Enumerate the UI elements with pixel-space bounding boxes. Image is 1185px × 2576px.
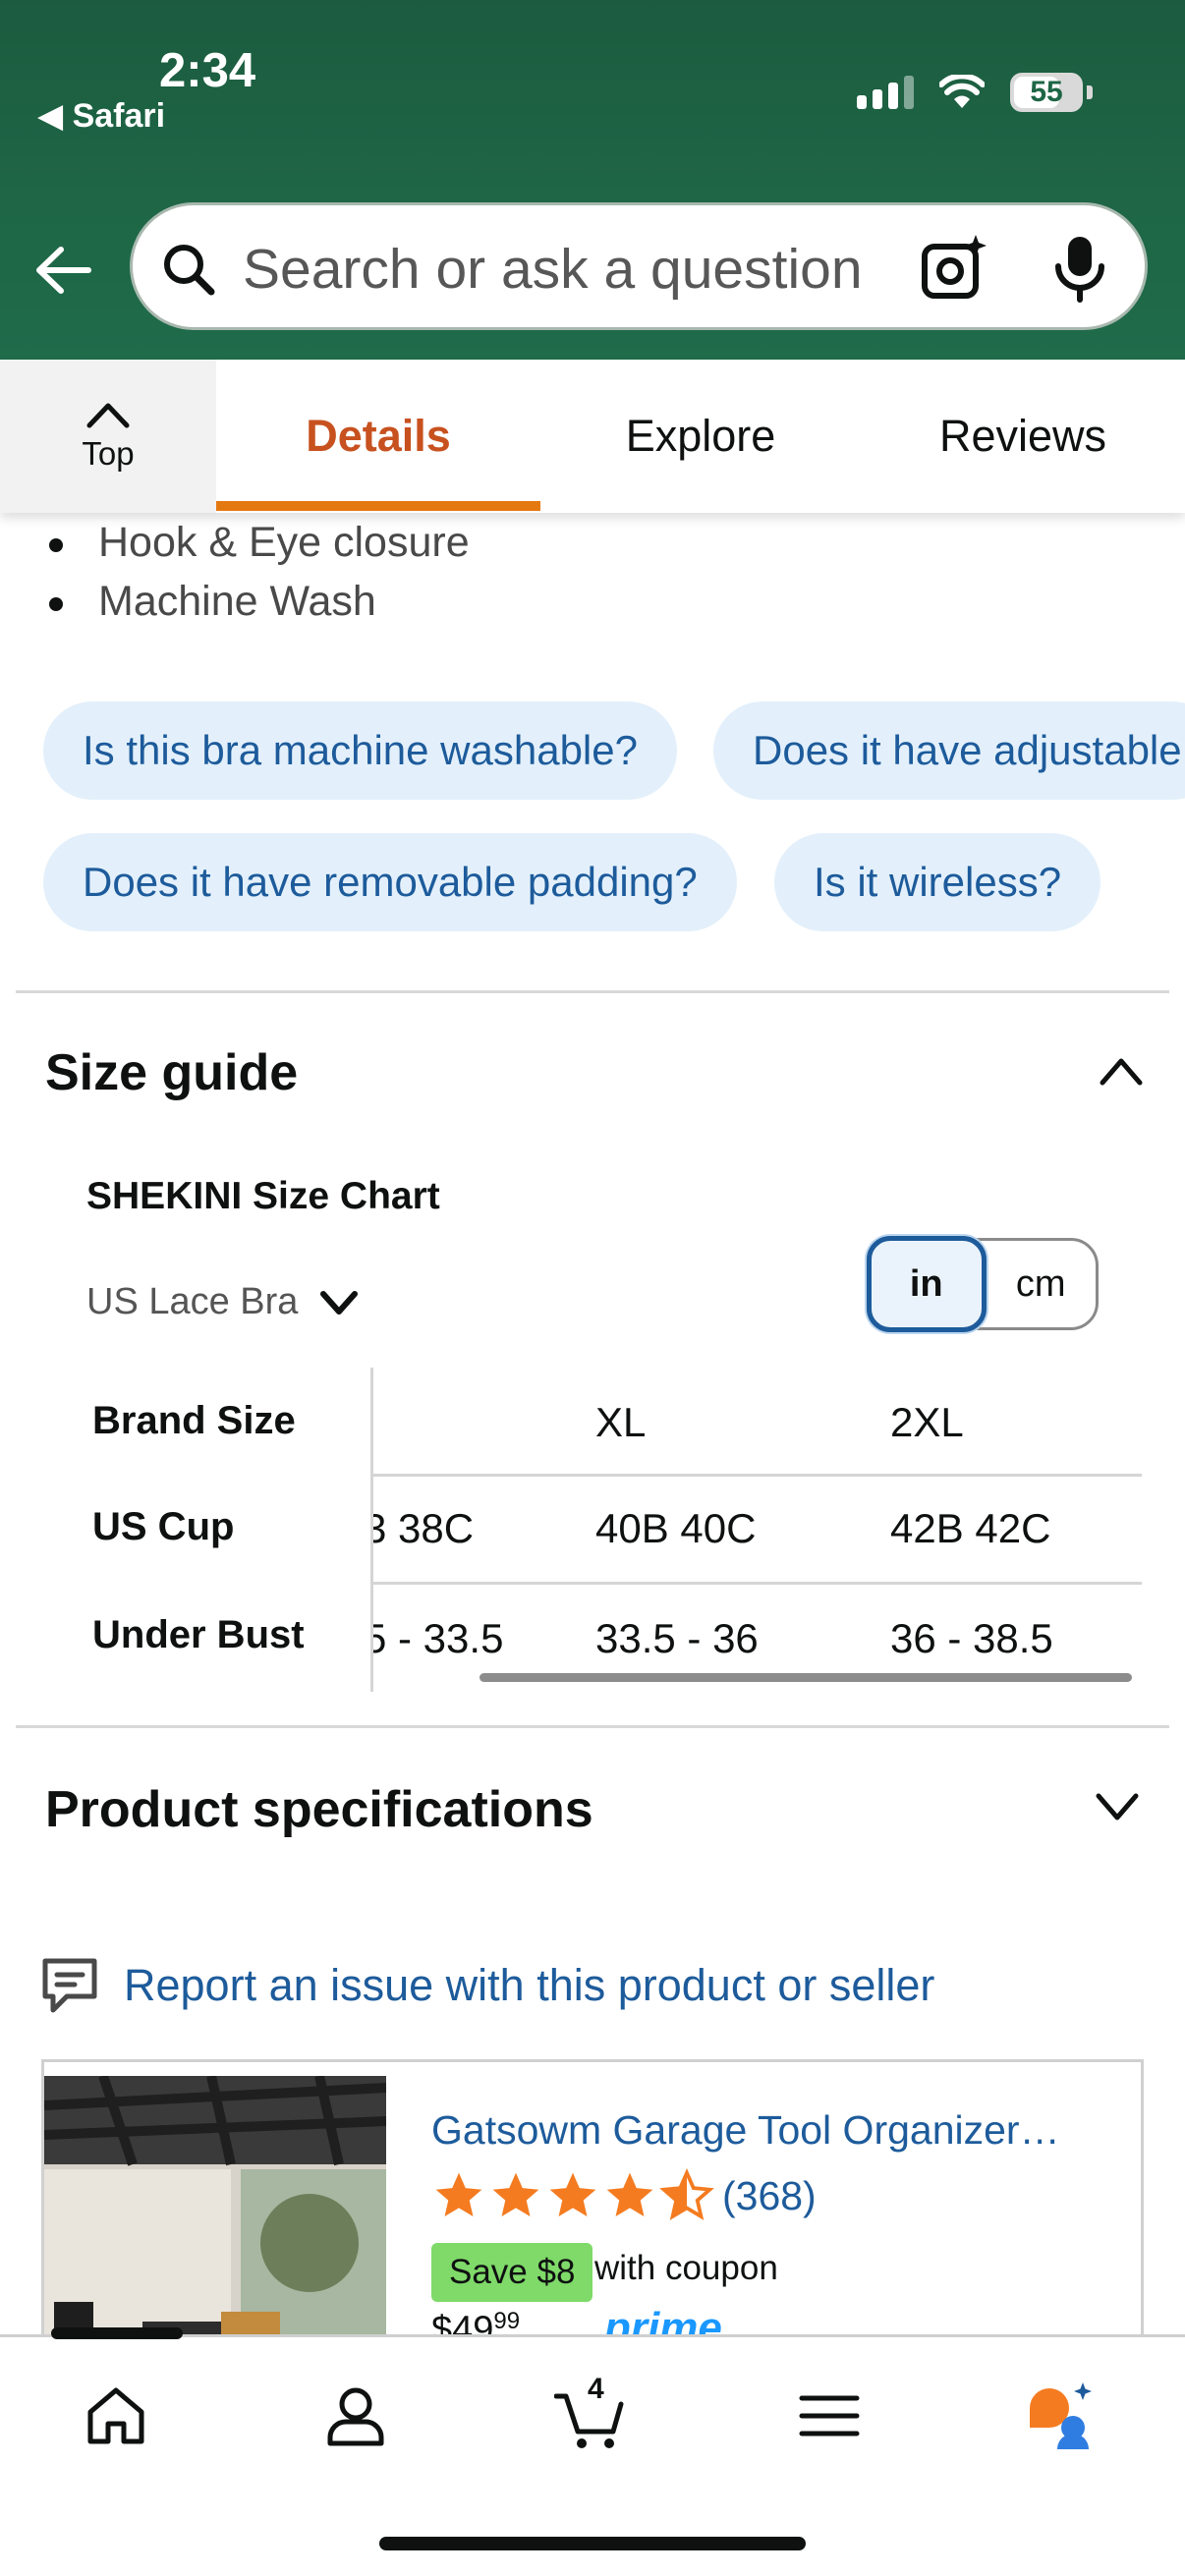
product-specifications-title[interactable]: Product specifications (45, 1780, 593, 1839)
table-cell: 5 - 33.5 (373, 1615, 504, 1661)
home-indicator[interactable] (379, 2537, 806, 2550)
size-table: Brand Size US Cup Under Bust 3 38C 5 - 3… (86, 1368, 1142, 1692)
nav-rufus[interactable] (1020, 2377, 1099, 2455)
unit-toggle: in cm (867, 1236, 1099, 1332)
star-half-icon (659, 2168, 714, 2220)
save-coupon-badge: Save $8 (431, 2243, 593, 2302)
search-icon (164, 245, 215, 296)
divider (16, 1725, 1169, 1728)
unit-inches-button[interactable]: in (867, 1236, 987, 1332)
active-nav-indicator (51, 2327, 183, 2339)
chevron-down-icon (320, 1290, 359, 1315)
size-table-row-labels: Brand Size US Cup Under Bust (86, 1368, 373, 1692)
back-arrow-icon[interactable] (29, 236, 98, 305)
tab-reviews[interactable]: Reviews (861, 360, 1185, 513)
wifi-icon (939, 75, 985, 108)
question-chip[interactable]: Is this bra machine washable? (43, 701, 677, 800)
question-chip[interactable]: Is it wireless? (774, 833, 1101, 931)
back-to-safari[interactable]: ◀ Safari (37, 96, 165, 136)
question-chip[interactable]: Does it have removable padding? (43, 833, 737, 931)
report-issue-link[interactable]: Report an issue with this product or sel… (39, 1955, 934, 2016)
coupon-text: with coupon (594, 2249, 778, 2287)
dropdown-value: US Lace Bra (86, 1281, 299, 1322)
back-app-label: Safari (72, 97, 166, 135)
row-label-brand-size: Brand Size (92, 1399, 296, 1442)
tab-details[interactable]: Details (216, 360, 540, 513)
bullet-item: Hook & Eye closure (49, 513, 470, 572)
tab-explore[interactable]: Explore (540, 360, 861, 513)
size-chart-title: SHEKINI Size Chart (86, 1175, 440, 1217)
horizontal-scrollbar[interactable] (480, 1673, 1132, 1682)
active-tab-indicator (216, 501, 540, 511)
table-cell: 2XL (890, 1399, 964, 1445)
divider (16, 990, 1169, 993)
menu-icon (799, 2395, 860, 2436)
product-tabs: Top Details Explore Reviews (0, 360, 1185, 513)
table-cell: XL (595, 1399, 647, 1445)
table-cell: 33.5 - 36 (595, 1615, 759, 1661)
chevron-down-icon[interactable] (1093, 1790, 1142, 1825)
rating-count[interactable]: (368) (722, 2173, 817, 2219)
table-cell: 42B 42C (890, 1505, 1051, 1551)
chevron-up-icon (86, 403, 130, 428)
size-guide-title[interactable]: Size guide (45, 1043, 298, 1102)
chevron-up-icon[interactable] (1097, 1053, 1146, 1089)
battery-icon: 55 (1010, 73, 1093, 112)
nav-account[interactable] (316, 2377, 395, 2455)
star-rating: (368) (431, 2168, 817, 2223)
size-type-dropdown[interactable]: US Lace Bra (86, 1281, 361, 1323)
sponsored-product-title[interactable]: Gatsowm Garage Tool Organizer… (431, 2107, 1119, 2154)
report-issue-text: Report an issue with this product or sel… (124, 1960, 935, 2010)
row-label-under-bust: Under Bust (92, 1613, 305, 1656)
microphone-icon[interactable] (1048, 233, 1111, 304)
row-label-us-cup: US Cup (92, 1505, 235, 1548)
table-cell: 40B 40C (595, 1505, 757, 1551)
home-icon (87, 2387, 144, 2444)
nav-home[interactable] (77, 2377, 155, 2455)
battery-level: 55 (1030, 76, 1063, 108)
app-header: 2:34 ◀ Safari 55 (0, 0, 1185, 360)
row-divider (373, 1474, 1142, 1477)
size-table-scroll-area[interactable]: 3 38C 5 - 33.5 XL 40B 40C 33.5 - 36 2XL … (373, 1368, 1142, 1692)
cart-count: 4 (588, 2373, 604, 2405)
star-full-icon (492, 2172, 539, 2216)
account-icon (327, 2387, 384, 2446)
price-cents: 99 (493, 2308, 521, 2334)
unit-cm-button[interactable]: cm (987, 1241, 1097, 1327)
rufus-assistant-icon (1030, 2382, 1092, 2449)
row-divider (373, 1582, 1142, 1585)
table-cell: 36 - 38.5 (890, 1615, 1053, 1661)
star-full-icon (549, 2172, 596, 2216)
bullet-item: Machine Wash (49, 572, 470, 631)
status-time: 2:34 (159, 44, 256, 97)
nav-menu[interactable] (790, 2377, 869, 2455)
star-full-icon (435, 2172, 482, 2216)
feedback-icon (42, 1958, 97, 2013)
tab-top-label: Top (82, 435, 135, 472)
question-chip[interactable]: Does it have adjustable (713, 701, 1185, 800)
status-icons: 55 (857, 73, 1093, 112)
search-bar[interactable] (130, 202, 1148, 330)
nav-cart[interactable]: 4 (550, 2373, 629, 2455)
star-full-icon (606, 2172, 653, 2216)
tab-top[interactable]: Top (0, 360, 216, 513)
camera-search-icon[interactable] (919, 233, 989, 304)
feature-bullets: Hook & Eye closure Machine Wash (49, 513, 470, 631)
table-cell: 3 38C (373, 1505, 475, 1551)
cellular-signal-icon (857, 76, 914, 109)
